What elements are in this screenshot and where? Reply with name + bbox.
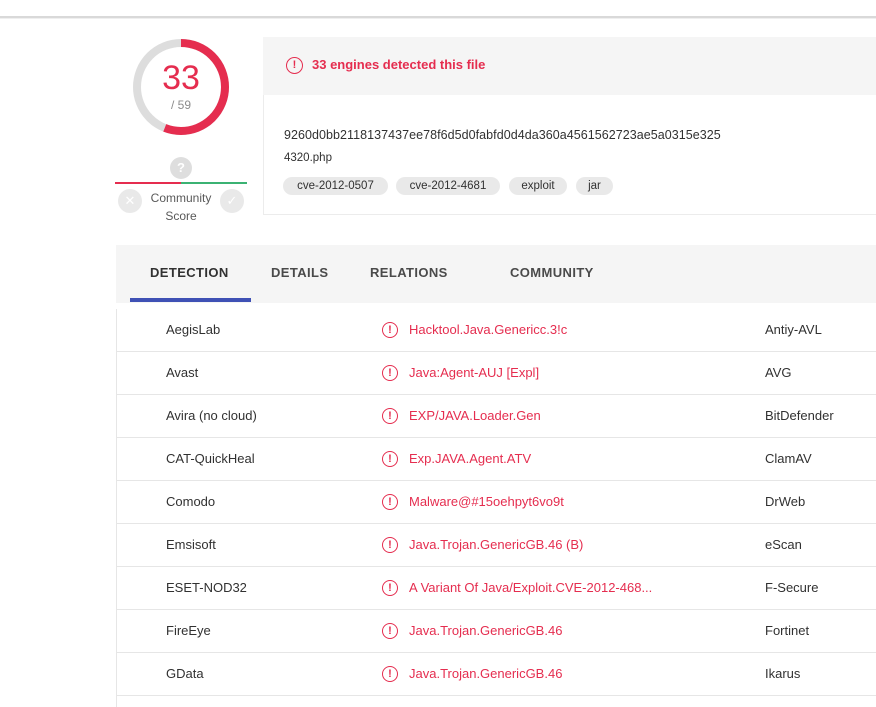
engine-name: Emsisoft <box>166 537 216 552</box>
alert-icon: ! <box>382 322 398 338</box>
engine-name-right: Antiy-AVL <box>765 322 822 337</box>
engine-name: AegisLab <box>166 322 221 337</box>
table-row: GData ! Java.Trojan.GenericGB.46 Ikarus <box>116 653 876 696</box>
detection-result: A Variant Of Java/Exploit.CVE-2012-468..… <box>409 580 653 595</box>
vote-harmless-icon[interactable]: ✓ <box>220 189 244 213</box>
engine-name: ESET-NOD32 <box>166 580 247 595</box>
file-hash[interactable]: 9260d0bb2118137437ee78f6d5d0fabfd0d4da36… <box>284 128 721 142</box>
community-question-icon: ? <box>170 157 192 179</box>
table-row: ESET-NOD32 ! A Variant Of Java/Exploit.C… <box>116 567 876 610</box>
tag-cve-2012-0507[interactable]: cve-2012-0507 <box>283 177 388 195</box>
engine-name: Comodo <box>166 494 216 509</box>
table-row: AegisLab ! Hacktool.Java.Genericc.3!c An… <box>116 309 876 352</box>
active-tab-indicator <box>130 298 251 302</box>
tag-cve-2012-4681[interactable]: cve-2012-4681 <box>396 177 500 195</box>
engine-name-right: BitDefender <box>765 408 834 423</box>
vote-harmless-off-icon[interactable]: ✕ <box>118 189 142 213</box>
engine-name-right: F-Secure <box>765 580 819 595</box>
engine-name-right: ClamAV <box>765 451 812 466</box>
engine-name-right: AVG <box>765 365 792 380</box>
top-divider-shadow <box>0 18 876 19</box>
engines-total: / 59 <box>170 98 191 112</box>
alert-icon: ! <box>382 623 398 639</box>
table-row: Comodo ! Malware@#15oehpyt6vo9t DrWeb <box>116 481 876 524</box>
alert-icon: ! <box>382 451 398 467</box>
table-row: Emsisoft ! Java.Trojan.GenericGB.46 (B) … <box>116 524 876 567</box>
detected-count: 33 <box>162 59 200 97</box>
engine-name: Avast <box>166 365 199 380</box>
detection-result: Java.Trojan.GenericGB.46 (B) <box>409 537 584 552</box>
community-score-label: Community Score <box>140 189 222 225</box>
file-info-panel <box>263 95 876 215</box>
detection-result: Hacktool.Java.Genericc.3!c <box>409 322 568 337</box>
detection-result: EXP/JAVA.Loader.Gen <box>409 408 541 423</box>
table-row: FireEye ! Java.Trojan.GenericGB.46 Forti… <box>116 610 876 653</box>
table-row: Avast ! Java:Agent-AUJ [Expl] AVG <box>116 352 876 395</box>
alert-icon: ! <box>382 408 398 424</box>
engine-name: CAT-QuickHeal <box>166 451 255 466</box>
tab-bar <box>116 245 876 303</box>
community-negative-bar <box>115 182 181 184</box>
alert-icon: ! <box>382 537 398 553</box>
table-row: Avira (no cloud) ! EXP/JAVA.Loader.Gen B… <box>116 395 876 438</box>
detection-result: Java:Agent-AUJ [Expl] <box>409 365 540 380</box>
tab-relations[interactable]: RELATIONS <box>370 265 448 280</box>
alert-icon: ! <box>286 57 303 74</box>
file-name: 4320.php <box>284 152 332 164</box>
tag-jar[interactable]: jar <box>576 177 613 195</box>
tab-details[interactable]: DETAILS <box>271 265 328 280</box>
community-label-line1: Community <box>150 191 212 205</box>
alert-icon: ! <box>382 365 398 381</box>
alert-icon: ! <box>382 494 398 510</box>
engine-name-right: Fortinet <box>765 623 810 638</box>
community-positive-bar <box>181 182 247 184</box>
detection-result: Java.Trojan.GenericGB.46 <box>409 623 563 638</box>
engine-name-right: Ikarus <box>765 666 801 681</box>
detection-result: Exp.JAVA.Agent.ATV <box>409 451 532 466</box>
detection-result: Malware@#15oehpyt6vo9t <box>409 494 564 509</box>
alert-icon: ! <box>382 580 398 596</box>
tab-detection[interactable]: DETECTION <box>150 265 229 280</box>
engine-name: FireEye <box>166 623 211 638</box>
table-row: CAT-QuickHeal ! Exp.JAVA.Agent.ATV ClamA… <box>116 438 876 481</box>
engine-name: GData <box>166 666 204 681</box>
tab-community[interactable]: COMMUNITY <box>510 265 594 280</box>
tag-exploit[interactable]: exploit <box>509 177 567 195</box>
engine-name-right: DrWeb <box>765 494 806 509</box>
detection-result: Java.Trojan.GenericGB.46 <box>409 666 563 681</box>
community-label-line2: Score <box>165 209 197 223</box>
alert-icon: ! <box>382 666 398 682</box>
engine-name: Avira (no cloud) <box>166 408 257 423</box>
engine-name-right: eScan <box>765 537 802 552</box>
detection-summary-text: 33 engines detected this file <box>312 57 486 72</box>
